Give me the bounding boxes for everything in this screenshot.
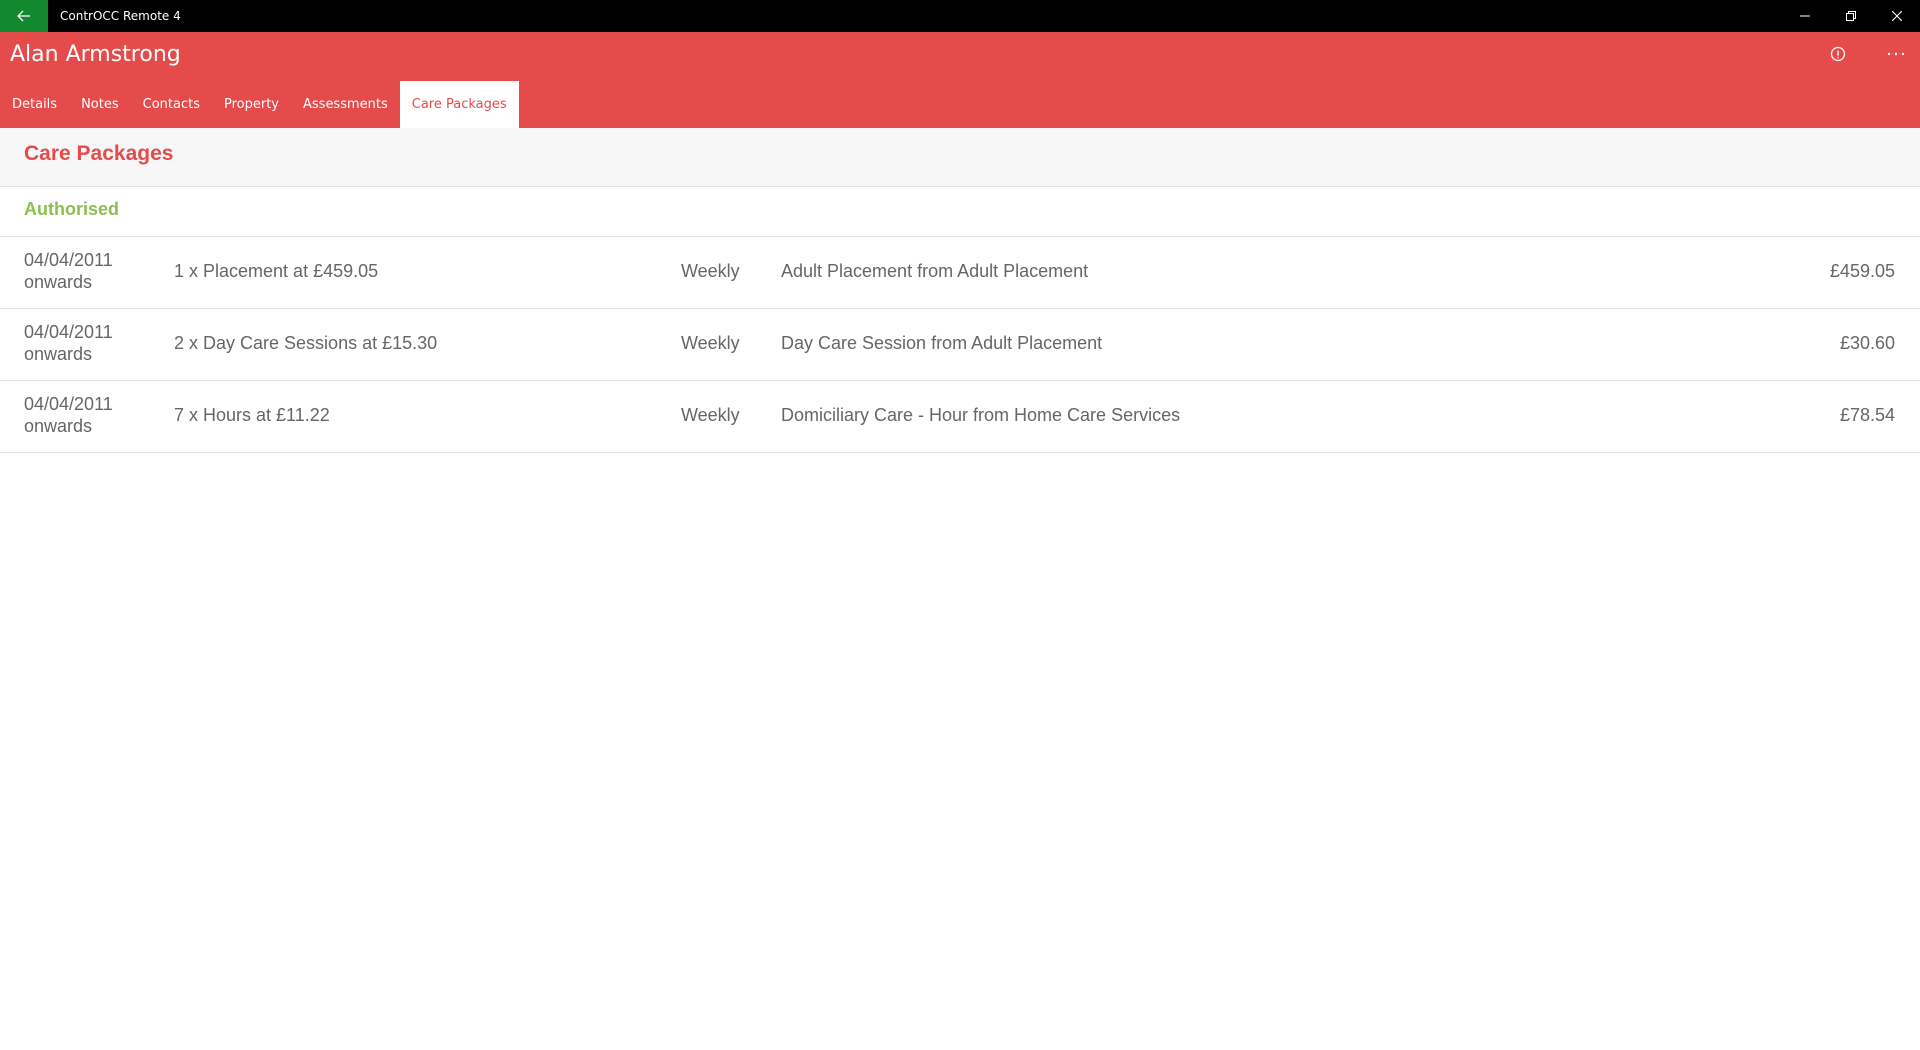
package-amount: £459.05: [1829, 261, 1895, 281]
section-header: Care Packages: [0, 128, 1920, 187]
date-suffix: onwards: [24, 416, 93, 436]
package-description: Adult Placement from Adult Placement: [781, 261, 1089, 281]
package-quantity: 2 x Day Care Sessions at £15.30: [174, 333, 438, 353]
tab-care-packages[interactable]: Care Packages: [399, 81, 519, 128]
tab-assessments[interactable]: Assessments: [291, 81, 400, 128]
list-item[interactable]: 04/04/2011 onwards 7 x Hours at £11.22 W…: [0, 381, 1920, 453]
package-amount: £30.60: [1839, 333, 1895, 353]
date-value: 04/04/2011: [24, 394, 113, 414]
window-controls: [1782, 0, 1920, 32]
package-frequency: Weekly: [681, 261, 740, 281]
package-date: 04/04/2011 onwards: [24, 249, 113, 293]
tab-property[interactable]: Property: [212, 81, 291, 128]
package-frequency: Weekly: [681, 333, 740, 353]
package-quantity: 1 x Placement at £459.05: [174, 261, 379, 281]
list-item[interactable]: 04/04/2011 onwards 2 x Day Care Sessions…: [0, 309, 1920, 381]
tab-contacts[interactable]: Contacts: [131, 81, 212, 128]
close-button[interactable]: [1874, 0, 1920, 32]
tab-notes[interactable]: Notes: [69, 81, 131, 128]
package-quantity: 7 x Hours at £11.22: [174, 405, 330, 425]
package-amount: £78.54: [1839, 405, 1895, 425]
tab-bar: Details Notes Contacts Property Assessme…: [0, 81, 519, 128]
group-title: Authorised: [24, 199, 120, 219]
restore-button[interactable]: [1828, 0, 1874, 32]
title-bar: ContrOCC Remote 4: [0, 0, 1920, 32]
date-suffix: onwards: [24, 344, 93, 364]
info-icon: [1830, 46, 1846, 62]
tab-details[interactable]: Details: [0, 81, 69, 128]
more-icon: [1887, 52, 1905, 56]
app-title: ContrOCC Remote 4: [60, 9, 181, 23]
client-name: Alan Armstrong: [10, 42, 181, 67]
group-header: Authorised: [0, 187, 1920, 237]
package-date: 04/04/2011 onwards: [24, 393, 113, 437]
page-title: Care Packages: [24, 142, 174, 165]
minimize-button[interactable]: [1782, 0, 1828, 32]
info-button[interactable]: [1824, 40, 1852, 68]
care-package-list: 04/04/2011 onwards 1 x Placement at £459…: [0, 237, 1920, 453]
header-actions: [1824, 40, 1910, 68]
package-description: Domiciliary Care - Hour from Home Care S…: [781, 405, 1181, 425]
package-frequency: Weekly: [681, 405, 740, 425]
minimize-icon: [1800, 15, 1810, 17]
date-value: 04/04/2011: [24, 250, 113, 270]
more-button[interactable]: [1882, 40, 1910, 68]
arrow-left-icon: [17, 10, 30, 22]
package-date: 04/04/2011 onwards: [24, 321, 113, 365]
package-description: Day Care Session from Adult Placement: [781, 333, 1103, 353]
back-button[interactable]: [0, 0, 48, 32]
date-value: 04/04/2011: [24, 322, 113, 342]
close-icon: [1892, 11, 1902, 21]
restore-icon: [1846, 11, 1856, 21]
client-header: Alan Armstrong Details Notes Contacts Pr…: [0, 32, 1920, 128]
date-suffix: onwards: [24, 272, 93, 292]
list-item[interactable]: 04/04/2011 onwards 1 x Placement at £459…: [0, 237, 1920, 309]
